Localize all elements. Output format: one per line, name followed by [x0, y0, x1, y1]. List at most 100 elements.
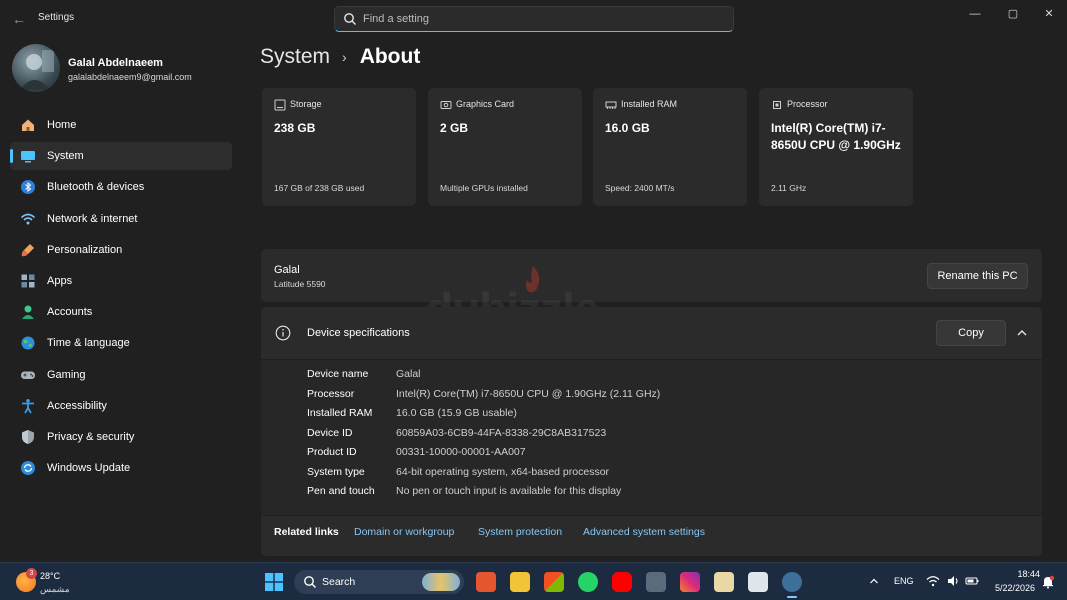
paint-icon[interactable] — [714, 572, 734, 592]
back-button[interactable]: ← — [8, 8, 30, 30]
sidebar-item-personalization[interactable]: Personalization — [10, 236, 232, 264]
chevron-up-icon[interactable] — [1013, 324, 1031, 342]
battery-icon[interactable] — [965, 574, 979, 588]
instagram-icon[interactable] — [680, 572, 700, 592]
sidebar-item-label: Bluetooth & devices — [47, 181, 145, 194]
device-specs-header[interactable]: Device specifications Copy — [261, 307, 1042, 359]
apps-icon — [18, 271, 38, 291]
page-title: About — [359, 45, 421, 68]
related-links-title: Related links — [274, 526, 339, 538]
spec-key: Processor — [307, 387, 355, 400]
sidebar-item-apps[interactable]: Apps — [10, 267, 232, 295]
domain-workgroup-link[interactable]: Domain or workgroup — [354, 526, 454, 538]
spec-value: No pen or touch input is available for t… — [396, 485, 622, 497]
notification-bell-icon[interactable] — [1041, 575, 1055, 589]
sidebar-item-time-language[interactable]: Time & language — [10, 329, 232, 357]
system-protection-link[interactable]: System protection — [478, 526, 562, 538]
taskbar-search[interactable]: Search — [294, 570, 464, 594]
ram-icon — [605, 101, 617, 109]
sidebar-item-privacy-security[interactable]: Privacy & security — [10, 423, 232, 451]
device-specs-body: Device name Galal Processor Intel(R) Cor… — [261, 360, 1042, 515]
chevron-up-icon[interactable] — [868, 575, 880, 587]
device-specs-title: Device specifications — [307, 327, 410, 339]
breadcrumb-parent[interactable]: System — [260, 45, 330, 69]
app-icon[interactable] — [748, 572, 768, 592]
card-title: Graphics Card — [456, 99, 515, 109]
card-value: 238 GB — [274, 121, 316, 135]
close-button[interactable]: ✕ — [1034, 4, 1064, 24]
card-title: Installed RAM — [621, 99, 678, 109]
rename-pc-button[interactable]: Rename this PC — [927, 263, 1028, 289]
spec-key: Pen and touch — [307, 485, 375, 497]
card-subtitle: Multiple GPUs installed — [440, 183, 528, 193]
search-box[interactable] — [334, 6, 734, 32]
sidebar-item-system[interactable]: System — [10, 142, 232, 171]
sidebar-item-bluetooth[interactable]: Bluetooth & devices — [10, 173, 232, 201]
related-links: Related links Domain or workgroup System… — [261, 516, 1042, 556]
info-icon — [275, 325, 291, 341]
spec-value: 16.0 GB (15.9 GB usable) — [396, 407, 517, 419]
card-value: Intel(R) Core(TM) i7-8650U CPU @ 1.90GHz — [771, 121, 901, 152]
spec-value: Intel(R) Core(TM) i7-8650U CPU @ 1.90GHz… — [396, 387, 661, 400]
app-title: Settings — [38, 12, 75, 23]
spec-value: 64-bit operating system, x64-based proce… — [396, 465, 610, 478]
processor-card: Processor Intel(R) Core(TM) i7-8650U CPU… — [759, 88, 913, 206]
bluetooth-icon — [18, 177, 38, 197]
spec-row-product-id: Product ID 00331-10000-00001-AA007 — [307, 446, 526, 458]
spec-key: Product ID — [307, 446, 357, 458]
sidebar-item-label: Privacy & security — [47, 430, 135, 443]
sidebar-item-label: Gaming — [47, 368, 86, 381]
weather-desc[interactable]: مشمس — [40, 584, 70, 595]
file-explorer-icon[interactable] — [510, 572, 530, 592]
brave-icon[interactable] — [476, 572, 496, 592]
settings-icon[interactable] — [782, 572, 802, 598]
user-photo-icon — [20, 50, 54, 90]
maximize-button[interactable]: ▢ — [998, 4, 1028, 24]
wifi-icon[interactable] — [926, 574, 940, 588]
storage-icon — [274, 99, 286, 111]
clock-time[interactable]: 18:44 — [990, 569, 1040, 579]
sidebar-item-gaming[interactable]: Gaming — [10, 361, 232, 389]
storage-card: Storage 238 GB 167 GB of 238 GB used — [262, 88, 416, 206]
sidebar-item-accounts[interactable]: Accounts — [10, 298, 232, 326]
weather-temp[interactable]: 28°C — [40, 571, 60, 581]
calculator-icon[interactable] — [646, 572, 666, 592]
sidebar-item-label: Accounts — [47, 306, 93, 319]
spec-key: Device name — [307, 368, 369, 380]
advanced-system-settings-link[interactable]: Advanced system settings — [583, 526, 705, 538]
windows-start-icon[interactable] — [265, 573, 283, 591]
graphics-card-card: Graphics Card 2 GB Multiple GPUs install… — [428, 88, 582, 206]
store-icon[interactable] — [544, 572, 564, 592]
user-email: galalabdelnaeem9@gmail.com — [68, 72, 192, 82]
youtube-icon[interactable] — [612, 572, 632, 592]
whatsapp-icon[interactable] — [578, 572, 598, 592]
breadcrumb-separator-icon: › — [342, 49, 347, 65]
language-indicator[interactable]: ENG — [894, 576, 914, 586]
search-input[interactable] — [363, 10, 723, 28]
volume-icon[interactable] — [946, 574, 960, 588]
spec-row-processor: Processor Intel(R) Core(TM) i7-8650U CPU… — [307, 388, 660, 400]
sidebar-item-network[interactable]: Network & internet — [10, 205, 232, 233]
clock-date[interactable]: 5/22/2026 — [985, 583, 1035, 593]
card-subtitle: 167 GB of 238 GB used — [274, 183, 365, 193]
avatar[interactable] — [12, 44, 60, 92]
sidebar-item-label: Network & internet — [47, 212, 138, 225]
user-name: Galal Abdelnaeem — [68, 57, 163, 69]
spec-key: Installed RAM — [307, 407, 373, 419]
sidebar-item-label: Apps — [47, 274, 73, 287]
taskbar: 3 28°C مشمس Search ENG 18:44 5/22/2026 — [0, 562, 1067, 600]
processor-icon — [773, 101, 781, 109]
card-title: Processor — [787, 99, 828, 109]
card-value: 2 GB — [440, 121, 469, 135]
card-subtitle: Speed: 2400 MT/s — [605, 183, 675, 193]
minimize-button[interactable]: — — [960, 4, 990, 24]
sidebar-item-label: Windows Update — [47, 462, 131, 475]
sidebar-item-home[interactable]: Home — [10, 111, 232, 139]
spec-key: Device ID — [307, 426, 353, 439]
copy-button[interactable]: Copy — [936, 320, 1006, 346]
sidebar-item-accessibility[interactable]: Accessibility — [10, 392, 232, 420]
home-icon — [18, 115, 38, 135]
spec-row-installed-ram: Installed RAM 16.0 GB (15.9 GB usable) — [307, 407, 517, 419]
spec-value: Galal — [396, 368, 421, 380]
sidebar-item-windows-update[interactable]: Windows Update — [10, 454, 232, 482]
